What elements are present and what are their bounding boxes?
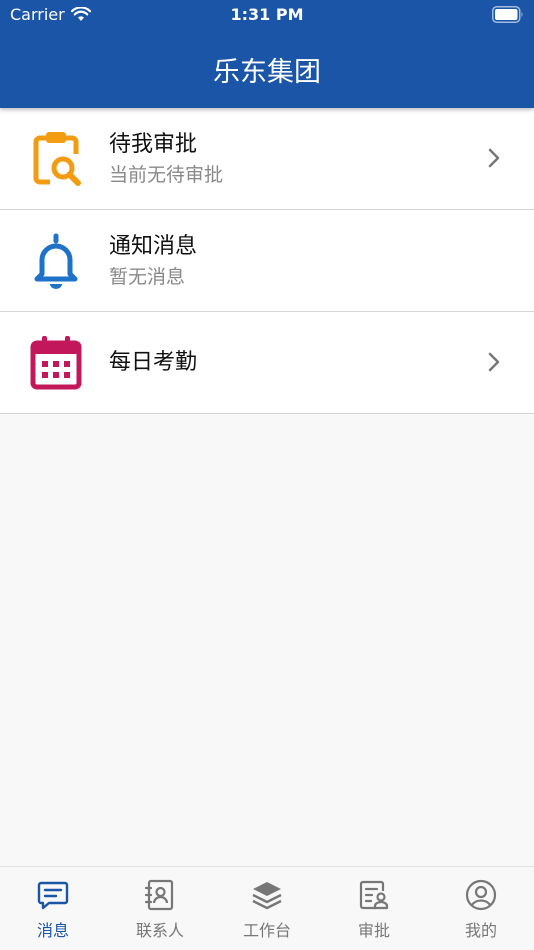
list-item-texts: 通知消息 暂无消息 [109, 210, 197, 311]
tab-label: 审批 [357, 921, 390, 940]
list-item-daily-attendance[interactable]: 每日考勤 [0, 312, 534, 414]
status-time: 1:31 PM [230, 5, 304, 24]
tab-label: 我的 [464, 921, 497, 940]
clipboard-search-icon [33, 132, 81, 186]
list-item-subtitle: 暂无消息 [109, 265, 186, 288]
list-item-label: 通知消息 [109, 233, 198, 259]
list-item-notifications[interactable]: 通知消息 暂无消息 [0, 210, 534, 312]
status-bar: Carrier 1:31 PM [0, 0, 534, 30]
chevron-right-icon [488, 352, 500, 372]
tab-bar: 消息 联系人 工作台 审批 我的 [0, 866, 534, 950]
app-header: Carrier 1:31 PM 乐东集团 [0, 0, 534, 108]
list-item-texts: 每日考勤 [109, 312, 197, 413]
list-item-label: 待我审批 [109, 131, 198, 157]
tab-profile[interactable]: 我的 [428, 867, 534, 950]
chevron-right-icon [488, 148, 500, 168]
profile-icon [465, 879, 497, 911]
list-item-subtitle: 当前无待审批 [109, 163, 224, 186]
tab-label: 联系人 [135, 921, 184, 940]
tab-contacts[interactable]: 联系人 [107, 867, 213, 950]
list-item-label: 每日考勤 [109, 349, 198, 375]
tab-messages[interactable]: 消息 [0, 867, 106, 950]
message-list: 待我审批 当前无待审批 通知消息 暂无消息 每日考勤 [0, 108, 534, 414]
list-item-texts: 待我审批 当前无待审批 [109, 108, 223, 209]
tab-label: 工作台 [242, 921, 291, 940]
list-item-pending-approval[interactable]: 待我审批 当前无待审批 [0, 108, 534, 210]
battery-icon [492, 6, 523, 23]
calendar-icon [30, 336, 82, 390]
approval-icon [359, 880, 389, 910]
layers-icon [252, 882, 282, 910]
page-title: 乐东集团 [213, 57, 321, 88]
message-icon [37, 881, 69, 910]
tab-label: 消息 [36, 921, 69, 940]
bell-icon [34, 233, 78, 289]
tab-workbench[interactable]: 工作台 [214, 867, 320, 950]
contacts-icon [144, 879, 174, 911]
tab-approval[interactable]: 审批 [321, 867, 427, 950]
